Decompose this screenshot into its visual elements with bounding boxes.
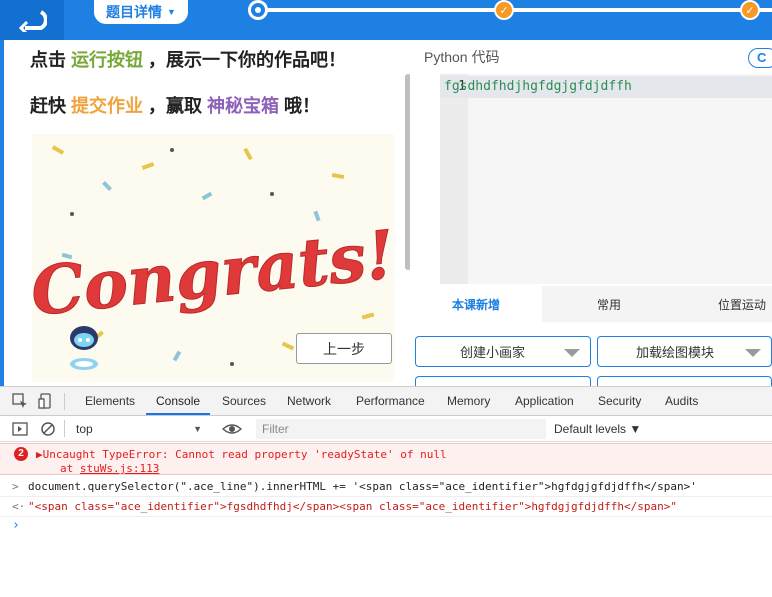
tab-application[interactable]: Application	[515, 387, 574, 415]
tab-performance[interactable]: Performance	[356, 387, 425, 415]
editor-gutter	[440, 74, 468, 284]
submit-homework-highlight: 提交作业	[71, 96, 144, 116]
prompt-chevron-icon: ›	[12, 518, 20, 533]
block-item-partial[interactable]	[415, 376, 591, 386]
console-result[interactable]: "<span class="ace_identifier">fgsdhdfhdj…	[28, 500, 677, 513]
lesson-line-1: 点击 运行按钮 ，展示一下你的作品吧！	[30, 50, 347, 70]
console-input-line: > document.querySelector(".ace_line").in…	[0, 477, 772, 497]
back-button[interactable]	[0, 0, 64, 40]
console-output-line: <· "<span class="ace_identifier">fgsdhdf…	[0, 497, 772, 517]
code-panel-header: Python 代码	[410, 40, 772, 74]
run-button-highlight: 运行按钮	[71, 50, 144, 70]
error-location: at stuWs.js:113	[60, 462, 160, 475]
tab-sources[interactable]: Sources	[222, 387, 266, 415]
tab-console[interactable]: Console	[146, 387, 211, 415]
tab-position-motion[interactable]: 位置运动	[676, 286, 772, 322]
tab-security[interactable]: Security	[598, 387, 641, 415]
console-command[interactable]: document.querySelector(".ace_line").inne…	[28, 480, 697, 493]
error-source-link[interactable]: stuWs.js:113	[80, 462, 159, 475]
robot-mascot-icon	[68, 324, 100, 372]
problem-detail-dropdown[interactable]: 题目详情 ▼	[94, 0, 188, 24]
output-return-icon: <·	[12, 500, 26, 513]
progress-step-done-2[interactable]: ✓	[740, 0, 760, 20]
code-panel-title: Python 代码	[424, 49, 500, 65]
clear-console-icon[interactable]	[40, 421, 56, 437]
mystery-box-highlight: 神秘宝箱	[207, 96, 280, 116]
toolbar-separator	[64, 393, 65, 410]
context-selector[interactable]: top ▼	[72, 420, 208, 438]
previous-step-button[interactable]: 上一步	[296, 333, 392, 364]
error-text[interactable]: ▶Uncaught TypeError: Cannot read propert…	[36, 448, 447, 461]
back-arrow-icon	[18, 10, 47, 32]
progress-step-done-1[interactable]: ✓	[494, 0, 514, 20]
load-drawing-module-label: 加载绘图模块	[636, 345, 715, 360]
eye-icon[interactable]	[222, 421, 242, 437]
tab-audits[interactable]: Audits	[665, 387, 698, 415]
code-editor[interactable]	[468, 74, 772, 284]
refresh-button[interactable]: C	[748, 48, 772, 68]
dropdown-triangle-icon	[745, 349, 761, 357]
console-filter-input[interactable]: Filter	[256, 419, 546, 439]
app-window: 题目详情 ▼ ✓ ✓ 点击 运行按钮 ，展示一下你的作品吧！ 赶快 提交作业 ，…	[0, 0, 772, 597]
caret-down-icon: ▼	[167, 7, 176, 17]
expand-triangle-icon[interactable]: ▶	[36, 448, 43, 461]
tab-new-in-lesson[interactable]: 本课新增	[410, 286, 542, 322]
lesson-panel: 点击 运行按钮 ，展示一下你的作品吧！ 赶快 提交作业 ，赢取 神秘宝箱 哦！	[0, 40, 411, 386]
refresh-icon: C	[757, 50, 767, 65]
block-item-partial[interactable]	[597, 376, 772, 386]
show-sidebar-icon[interactable]	[12, 421, 28, 437]
dropdown-triangle-icon	[564, 349, 580, 357]
device-toolbar-icon[interactable]	[38, 393, 54, 409]
progress-step-current[interactable]	[248, 0, 268, 20]
tab-network[interactable]: Network	[287, 387, 331, 415]
inspect-element-icon[interactable]	[12, 393, 28, 409]
lesson-line-2: 赶快 提交作业 ，赢取 神秘宝箱 哦！	[30, 96, 321, 116]
default-levels-dropdown[interactable]: Default levels ▼	[554, 420, 641, 438]
devtools-panel: Elements Console Sources Network Perform…	[0, 386, 772, 597]
progress-track	[258, 8, 772, 12]
load-drawing-module-block[interactable]: 加载绘图模块	[597, 336, 772, 367]
tab-common[interactable]: 常用	[542, 286, 676, 322]
congrats-text: Congrats!	[32, 215, 394, 331]
check-icon: ✓	[499, 4, 509, 17]
devtools-tab-bar: Elements Console Sources Network Perform…	[0, 387, 772, 416]
console-prompt[interactable]: ›	[0, 517, 772, 537]
problem-detail-label: 题目详情	[106, 4, 163, 20]
create-painter-label: 创建小画家	[460, 345, 526, 360]
toolbar-separator	[64, 420, 65, 437]
create-painter-block[interactable]: 创建小画家	[415, 336, 591, 367]
code-line-1[interactable]: fgsdhdfhdjhgfdgjgfdjdffh	[444, 79, 632, 94]
block-tabs: 本课新增 常用 位置运动	[410, 286, 772, 322]
tab-elements[interactable]: Elements	[85, 387, 135, 415]
top-bar: 题目详情 ▼ ✓ ✓	[0, 0, 772, 40]
code-panel: Python 代码 C 1 fgsdhdfhdjhgfdgjgfdjdffh 本…	[410, 40, 772, 386]
input-prompt-icon: >	[12, 480, 19, 493]
tab-memory[interactable]: Memory	[447, 387, 490, 415]
dropdown-triangle-icon: ▼	[193, 424, 202, 434]
check-icon: ✓	[745, 4, 755, 17]
console-error-message: 2 ▶Uncaught TypeError: Cannot read prope…	[0, 443, 772, 475]
console-filter-bar: top ▼ Filter Default levels ▼	[0, 416, 772, 442]
error-count-badge: 2	[14, 447, 28, 461]
